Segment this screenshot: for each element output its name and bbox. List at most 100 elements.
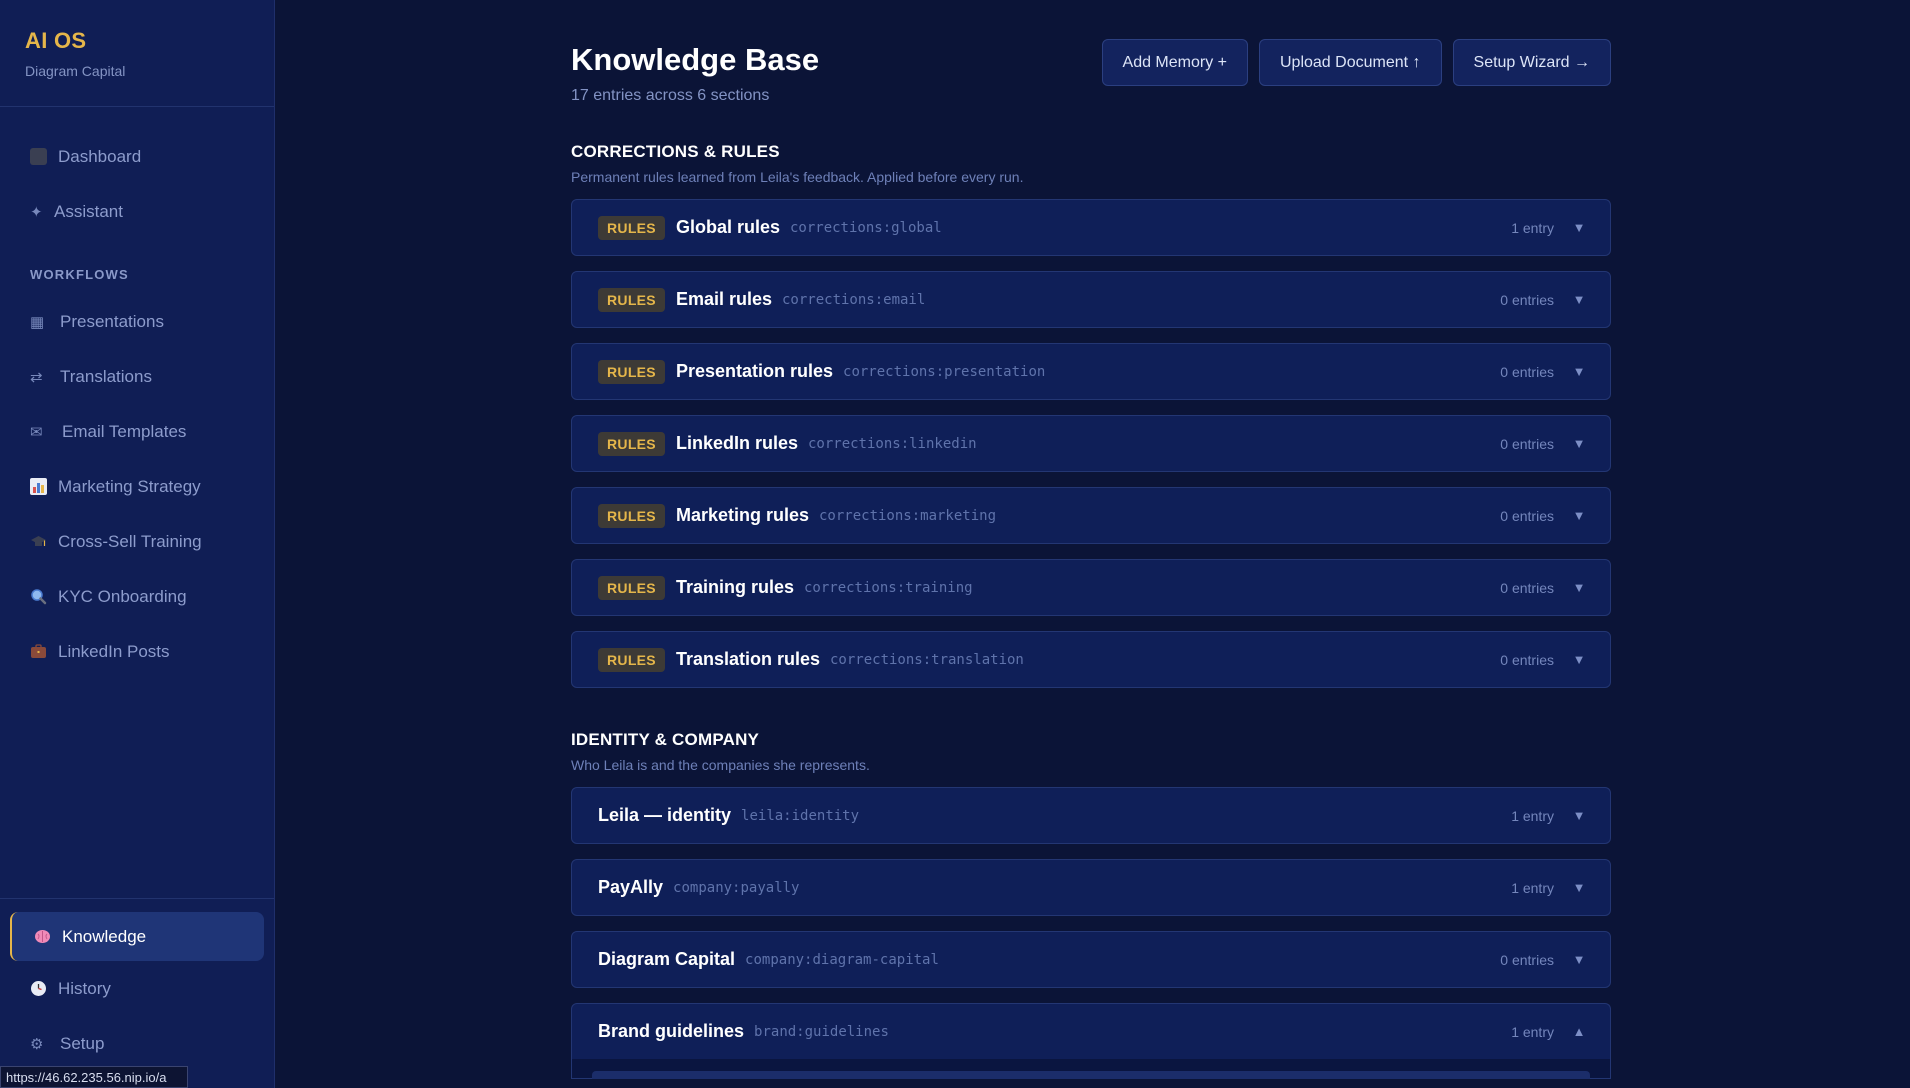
sidebar-item-label: Translations [60,366,152,386]
knowledge-row[interactable]: RULES Translation rules corrections:tran… [571,631,1611,688]
section-rows: Leila — identity leila:identity 1 entry … [571,787,1611,1079]
sidebar-item-email-templates[interactable]: ✉ Email Templates [0,404,274,459]
row-key: corrections:translation [830,651,1024,668]
expanded-row-body [571,1059,1611,1079]
row-name: PayAlly [598,877,664,897]
row-count: 0 entries [1500,951,1554,968]
brand-title: AI OS [25,28,87,53]
knowledge-row[interactable]: RULES LinkedIn rules corrections:linkedi… [571,415,1611,472]
row-key: brand:guidelines [754,1023,889,1040]
header-actions: Add Memory + Upload Document ↑ Setup Wiz… [1101,39,1611,86]
row-count: 0 entries [1500,435,1554,452]
brand-subtitle: Diagram Capital [25,63,126,79]
knowledge-row[interactable]: RULES Marketing rules corrections:market… [571,487,1611,544]
row-key: corrections:marketing [819,507,997,524]
knowledge-row[interactable]: PayAlly company:payally 1 entry ▼ [571,859,1611,916]
add-memory-button[interactable]: Add Memory + [1101,39,1248,86]
row-count: 1 entry [1511,219,1554,236]
sidebar-item-presentations[interactable]: ▦ Presentations [0,294,274,349]
rules-badge: RULES [598,431,665,456]
knowledge-row[interactable]: Diagram Capital company:diagram-capital … [571,931,1611,988]
status-bar-url: https://46.62.235.56.nip.io/a [0,1066,188,1088]
chevron-down-icon[interactable]: ▼ [1572,952,1586,967]
sidebar-item-label: Marketing Strategy [58,476,201,496]
sidebar-item-cross-sell-training[interactable]: Cross-Sell Training [0,514,274,569]
knowledge-row[interactable]: Leila — identity leila:identity 1 entry … [571,787,1611,844]
knowledge-row[interactable]: RULES Global rules corrections:global 1 … [571,199,1611,256]
row-key: leila:identity [741,807,860,824]
sidebar-bottom: Knowledge History ⚙ Setup [0,898,274,1088]
knowledge-row[interactable]: RULES Presentation rules corrections:pre… [571,343,1611,400]
row-name: LinkedIn rules [675,433,798,453]
row-key: corrections:presentation [843,363,1046,380]
chevron-up-icon[interactable]: ▲ [1572,1024,1586,1039]
sidebar-item-label: Presentations [60,311,164,331]
sidebar-item-label: Assistant [54,201,123,221]
brand: AI OS Diagram Capital [0,0,274,107]
knowledge-row[interactable]: RULES Training rules corrections:trainin… [571,559,1611,616]
row-key: company:diagram-capital [745,951,939,968]
row-count: 0 entries [1500,579,1554,596]
upload-document-button[interactable]: Upload Document ↑ [1259,39,1442,86]
sidebar-item-label: LinkedIn Posts [58,641,170,661]
section-description: Who Leila is and the companies she repre… [571,757,870,773]
knowledge-row-expanded[interactable]: Brand guidelines brand:guidelines 1 entr… [571,1003,1611,1059]
rules-badge: RULES [598,503,665,528]
chevron-down-icon[interactable]: ▼ [1572,292,1586,307]
sidebar-item-label: Dashboard [58,146,142,166]
chevron-down-icon[interactable]: ▼ [1572,508,1586,523]
chevron-down-icon[interactable]: ▼ [1572,880,1586,895]
briefcase-icon [30,643,58,660]
sidebar-item-linkedin-posts[interactable]: LinkedIn Posts [0,624,274,679]
sidebar-item-kyc-onboarding[interactable]: KYC Onboarding [0,569,274,624]
chevron-down-icon[interactable]: ▼ [1572,364,1586,379]
section-identity-company: IDENTITY & COMPANY Who Leila is and the … [571,730,1611,1079]
section-description: Permanent rules learned from Leila's fee… [571,169,1024,185]
row-count: 0 entries [1500,363,1554,380]
main-content: Knowledge Base 17 entries across 6 secti… [571,0,1611,1079]
sidebar-item-translations[interactable]: ⇄ Translations [0,349,274,404]
sidebar-item-label: Setup [60,1033,105,1053]
section-title: IDENTITY & COMPANY [571,730,760,749]
sidebar-item-setup[interactable]: ⚙ Setup [0,1016,274,1071]
chevron-down-icon[interactable]: ▼ [1572,220,1586,235]
dashboard-square-icon [30,148,58,165]
row-name: Brand guidelines [598,1021,745,1041]
page-title: Knowledge Base [571,42,820,77]
row-count: 1 entry [1511,879,1554,896]
row-count: 0 entries [1500,507,1554,524]
row-name: Email rules [675,289,772,309]
sidebar-item-history[interactable]: History [0,961,274,1016]
row-key: corrections:global [789,219,942,236]
chevron-down-icon[interactable]: ▼ [1572,580,1586,595]
row-name: Global rules [675,217,780,237]
page-subtitle: 17 entries across 6 sections [571,87,770,104]
clock-icon [30,980,58,997]
page-header: Knowledge Base 17 entries across 6 secti… [571,0,1611,112]
section-corrections-rules: CORRECTIONS & RULES Permanent rules lear… [571,142,1611,688]
row-count: 0 entries [1500,651,1554,668]
sidebar: AI OS Diagram Capital Dashboard ✦ Assist… [0,0,275,1088]
sidebar-item-dashboard[interactable]: Dashboard [0,129,274,184]
bar-chart-icon [30,478,58,495]
magnifier-icon [30,588,58,605]
chevron-down-icon[interactable]: ▼ [1572,808,1586,823]
setup-wizard-button[interactable]: Setup Wizard → [1452,39,1611,86]
sidebar-item-assistant[interactable]: ✦ Assistant [0,184,274,239]
row-key: corrections:email [782,291,926,308]
row-count: 0 entries [1500,291,1554,308]
brain-icon [34,928,62,945]
sidebar-item-marketing-strategy[interactable]: Marketing Strategy [0,459,274,514]
row-key: corrections:linkedin [807,435,977,452]
sidebar-item-label: Knowledge [62,926,147,946]
chevron-down-icon[interactable]: ▼ [1572,652,1586,667]
envelope-icon: ✉ [30,423,43,441]
knowledge-row[interactable]: RULES Email rules corrections:email 0 en… [571,271,1611,328]
gear-icon: ⚙ [30,1035,44,1053]
sparkle-icon: ✦ [30,203,43,221]
row-name: Leila — identity [598,805,732,825]
nav-section-workflows: WORKFLOWS [30,267,129,282]
sidebar-item-knowledge[interactable]: Knowledge [10,912,264,961]
section-title: CORRECTIONS & RULES [571,142,780,161]
chevron-down-icon[interactable]: ▼ [1572,436,1586,451]
